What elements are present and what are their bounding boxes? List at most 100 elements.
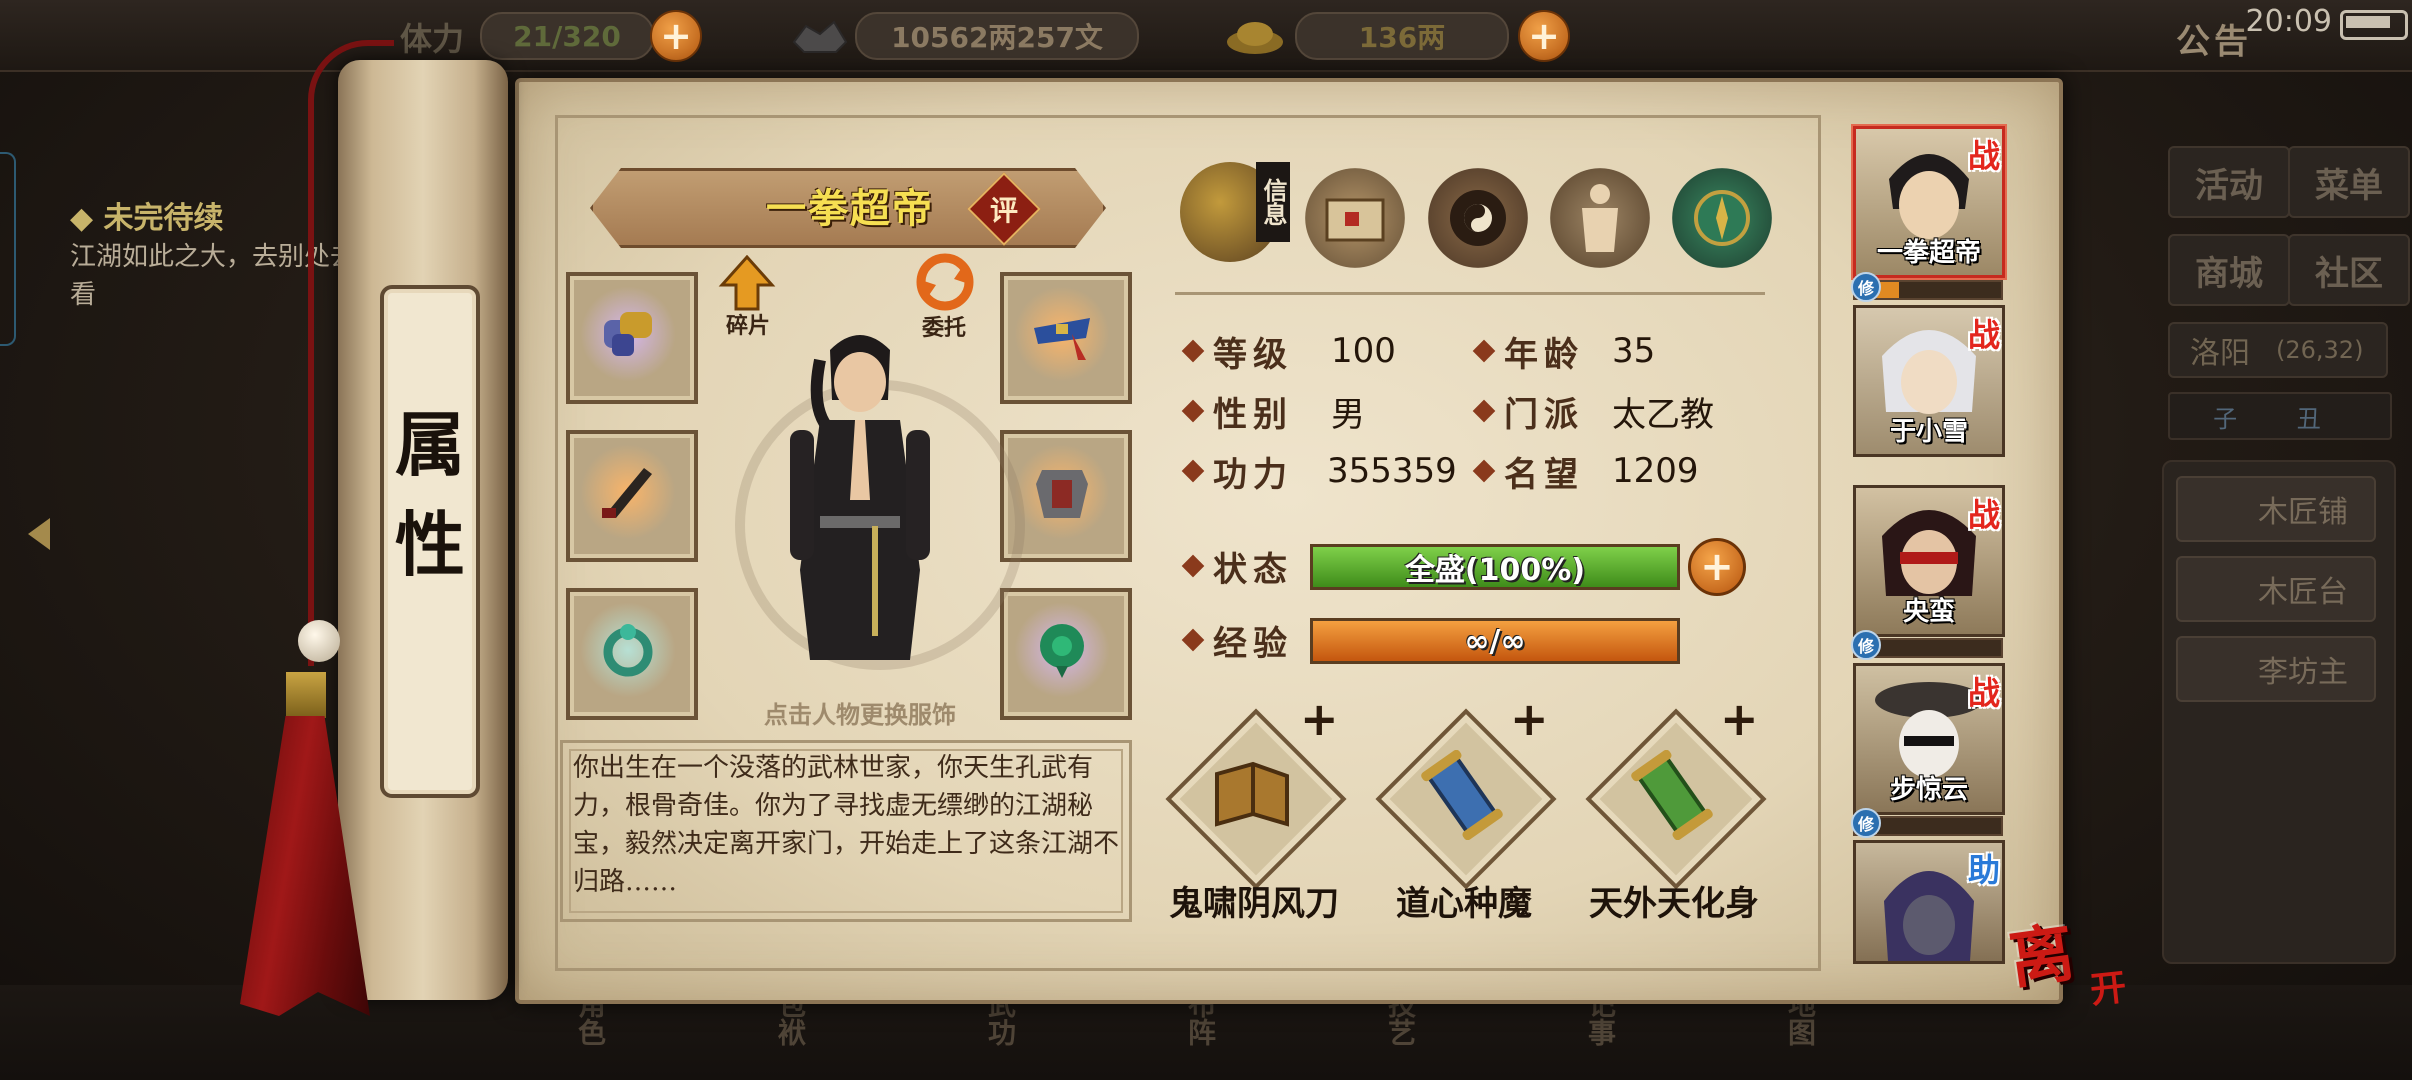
- party-member[interactable]: 战 央蛮: [1853, 485, 2005, 637]
- scroll-title: 属性: [395, 403, 465, 586]
- npc-item[interactable]: 李坊主: [2176, 636, 2376, 702]
- tag-fight: 战: [1967, 496, 2000, 534]
- menu-button[interactable]: 菜单: [2288, 146, 2410, 218]
- book-icon: [1215, 761, 1289, 827]
- skill-add-button[interactable]: +: [1720, 692, 1759, 746]
- body-meridian-icon: [1582, 184, 1618, 252]
- member-portrait-icon: [1882, 510, 1976, 596]
- blade-icon: [602, 468, 652, 518]
- shop-button[interactable]: 商城: [2168, 234, 2290, 306]
- up-arrow-icon: [718, 254, 776, 311]
- gold-icon: [1222, 12, 1288, 58]
- skill-add-button[interactable]: +: [1510, 692, 1549, 746]
- tassel-cap: [286, 672, 326, 718]
- diamond-icon: [1181, 459, 1205, 483]
- diamond-icon: [1472, 339, 1496, 363]
- tag-fight: 战: [1967, 316, 2000, 354]
- tab-treasure-map[interactable]: [1305, 168, 1405, 268]
- attr-fame: 名望 1209: [1472, 446, 1699, 496]
- attr-power: 功力 355359: [1181, 446, 1457, 496]
- restore-status-button[interactable]: +: [1688, 538, 1746, 596]
- expand-left-arrow-icon[interactable]: [28, 518, 50, 550]
- tag-help: 助: [1967, 851, 2000, 889]
- cultivation-bar: 修: [1851, 272, 2003, 302]
- notice-button[interactable]: 公告: [2176, 14, 2252, 63]
- npc-item[interactable]: 木匠台: [2176, 556, 2376, 622]
- character-name: 一拳超帝: [766, 186, 934, 232]
- diamond-icon: [1181, 339, 1205, 363]
- exchange-icon: [916, 253, 974, 311]
- info-label: 信息: [1256, 162, 1290, 242]
- equip-slot-ring[interactable]: [566, 588, 698, 720]
- silver-icon: [790, 12, 850, 58]
- silver-value: 10562两257文: [855, 12, 1139, 60]
- left-edge-tab[interactable]: [0, 152, 16, 346]
- tab-bagua[interactable]: [1428, 168, 1528, 268]
- power-value: 355359: [1327, 451, 1457, 491]
- headband-icon: [1034, 318, 1090, 360]
- gold-add-button[interactable]: +: [1518, 10, 1570, 62]
- tab-compass[interactable]: [1672, 168, 1772, 268]
- stamina-value: 21/320: [480, 12, 654, 60]
- tab-meridian[interactable]: [1550, 168, 1650, 268]
- age-value: 35: [1612, 331, 1656, 371]
- status-bar: 全盛(100%): [1310, 544, 1680, 590]
- member-name: 步惊云: [1889, 775, 1968, 805]
- jade-pendant-icon: [1040, 624, 1084, 678]
- stamina-add-button[interactable]: +: [650, 10, 702, 62]
- ring-icon: [603, 624, 653, 677]
- gender-value: 男: [1331, 394, 1365, 435]
- attr-sect: 门派 太乙教: [1472, 386, 1714, 436]
- character-bio: 你出生在一个没落的武林世家，你天生孔武有力，根骨奇佳。你为了寻找虚无缥缈的江湖秘…: [560, 740, 1132, 922]
- leave-button-suffix: 开: [2088, 966, 2129, 1012]
- skill-name: 鬼啸阴风刀: [1169, 884, 1339, 924]
- sect-value: 太乙教: [1612, 394, 1714, 435]
- diamond-icon: [1181, 628, 1205, 652]
- activity-button[interactable]: 活动: [2168, 146, 2290, 218]
- diamond-icon: [1181, 554, 1205, 578]
- attr-status: 状态: [1181, 541, 1311, 591]
- party-member[interactable]: 战 于小雪: [1853, 305, 2005, 457]
- hero-portrait[interactable]: [760, 320, 960, 680]
- gauntlet-icon: [604, 312, 652, 356]
- leave-button[interactable]: 离: [2003, 891, 2157, 1019]
- attr-level: 等级 100: [1181, 326, 1396, 376]
- battery-icon: [2340, 10, 2408, 40]
- change-outfit-hint: 点击人物更换服饰: [764, 701, 956, 729]
- equip-slot-headband[interactable]: [1000, 272, 1132, 404]
- diamond-icon: [1181, 399, 1205, 423]
- gold-value: 136两: [1295, 12, 1509, 60]
- cultivation-label: 修: [1851, 272, 1881, 302]
- bagua-icon: [1450, 190, 1506, 246]
- exp-bar: ∞/∞: [1310, 618, 1680, 664]
- tag-fight: 战: [1967, 137, 2000, 175]
- cultivation-label: 修: [1851, 630, 1881, 660]
- skill-add-button[interactable]: +: [1300, 692, 1339, 746]
- member-portrait-icon: [1882, 330, 1976, 414]
- equip-slot-gloves[interactable]: [566, 272, 698, 404]
- time-strip: 子 丑: [2168, 392, 2392, 440]
- member-name: 于小雪: [1889, 417, 1968, 447]
- fame-value: 1209: [1612, 451, 1699, 491]
- party-member[interactable]: 战 步惊云: [1853, 663, 2005, 815]
- level-value: 100: [1331, 331, 1396, 371]
- location-display[interactable]: 洛阳 (26,32): [2168, 322, 2388, 378]
- equip-slot-amulet[interactable]: [1000, 588, 1132, 720]
- member-name: 央蛮: [1902, 597, 1955, 627]
- party-member[interactable]: 战 一拳超帝: [1853, 126, 2005, 278]
- attr-gender: 性别 男: [1181, 386, 1365, 436]
- tag-fight: 战: [1967, 674, 2000, 712]
- tab-divider: [1175, 292, 1765, 295]
- npc-item[interactable]: 木匠铺: [2176, 476, 2376, 542]
- location-name: 洛阳: [2190, 336, 2250, 371]
- status-text: 全盛(100%): [1404, 553, 1586, 588]
- diamond-icon: [1472, 459, 1496, 483]
- exp-text: ∞/∞: [1464, 623, 1526, 659]
- compass-icon: [1694, 190, 1750, 246]
- party-member[interactable]: 助: [1853, 840, 2005, 964]
- tab-info[interactable]: 信息: [1180, 162, 1290, 262]
- community-button[interactable]: 社区: [2288, 234, 2410, 306]
- skill-name: 天外天化身: [1589, 884, 1759, 924]
- equip-slot-weapon[interactable]: [566, 430, 698, 562]
- attr-exp: 经验: [1181, 615, 1311, 665]
